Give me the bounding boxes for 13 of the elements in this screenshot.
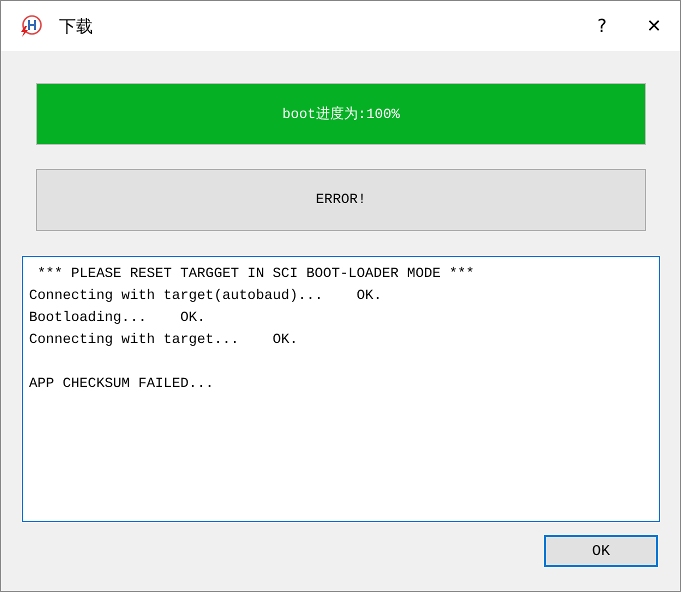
log-line: *** PLEASE RESET TARGGET IN SCI BOOT-LOADER MODE *** <box>36 265 476 284</box>
window-title: 下载 <box>59 16 94 38</box>
progress-label: boot进度为:100% <box>282 105 400 123</box>
app-logo-icon <box>19 14 43 38</box>
log-line: Bootloading... OK. <box>29 309 206 328</box>
ok-button[interactable]: OK <box>544 535 658 567</box>
log-line: Connecting with target... OK. <box>29 331 299 350</box>
log-line: Connecting with target(autobaud)... OK. <box>29 287 383 306</box>
log-line: APP CHECKSUM FAILED... <box>29 375 215 394</box>
error-button[interactable]: ERROR! <box>36 169 646 231</box>
help-button[interactable]: ? <box>576 1 628 51</box>
close-button[interactable]: ✕ <box>628 1 680 51</box>
log-box[interactable]: *** PLEASE RESET TARGGET IN SCI BOOT-LOADER MODE *** Connecting with target(autobaud)... OK. Bootloading... OK. Connecting with target... OK. APP CHECKSUM FAILED... <box>22 256 660 522</box>
